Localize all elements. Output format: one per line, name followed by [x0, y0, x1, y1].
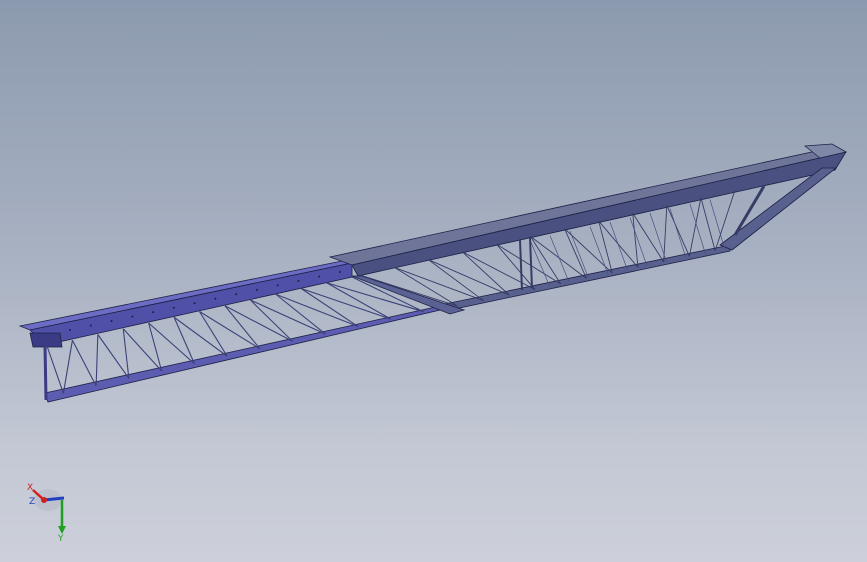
- lattice-b-diagonal: [564, 228, 587, 279]
- lattice-a-diagonal: [199, 311, 228, 357]
- graphics-viewport[interactable]: X Z Y: [0, 0, 867, 562]
- bolt-hole: [339, 271, 341, 273]
- lattice-b-diagonal: [530, 236, 587, 279]
- section-a-end-post: [43, 344, 48, 401]
- triad-z-label: Z: [29, 497, 35, 507]
- lattice-a-diagonal: [148, 322, 195, 365]
- lattice-b-diagonal: [632, 213, 639, 268]
- bolt-hole: [276, 284, 279, 287]
- lattice-b-diagonal: [359, 274, 459, 307]
- lattice-b-diagonal: [496, 243, 562, 285]
- lattice-b-diagonal: [663, 205, 668, 262]
- bolt-hole: [318, 275, 321, 278]
- lattice-b-cross: [529, 239, 550, 287]
- section-a-end-plate[interactable]: [29, 332, 63, 348]
- lattice-b-diagonal: [462, 251, 536, 290]
- bolt-hole: [152, 311, 155, 314]
- triad-y-arrow-icon: [58, 526, 66, 534]
- lattice-b-cross: [549, 235, 570, 283]
- bolt-hole: [297, 279, 300, 282]
- lattice-b-diagonal: [461, 251, 510, 296]
- bolt-hole: [235, 293, 238, 296]
- lattice-a-diagonal: [300, 287, 392, 320]
- lattice-a-diagonal: [224, 305, 261, 350]
- lattice-b-cross: [649, 212, 667, 263]
- lattice-a-diagonal: [224, 305, 293, 342]
- lattice-a-diagonal: [46, 345, 64, 394]
- triad-x-label: X: [27, 483, 33, 493]
- triad-y-label: Y: [57, 534, 64, 542]
- bolt-hole: [110, 320, 113, 323]
- bolt-hole: [131, 315, 134, 318]
- bolt-hole: [172, 306, 175, 309]
- lattice-a-diagonal: [71, 339, 97, 387]
- orientation-triad[interactable]: X Z Y: [20, 478, 80, 542]
- lattice-b-diagonal: [496, 243, 536, 290]
- lattice-b-post: [519, 239, 523, 291]
- lattice-b-diagonal: [666, 205, 690, 257]
- bolt-hole: [89, 324, 92, 327]
- bolt-hole: [255, 288, 258, 291]
- lattice-a-diagonal: [95, 334, 99, 386]
- section-b-bottom-chord[interactable]: [439, 244, 731, 312]
- bolt-hole: [193, 302, 196, 305]
- lattice-b-post: [529, 237, 533, 289]
- lattice-b-diagonal: [700, 197, 716, 251]
- lattice-a-diagonal: [62, 340, 73, 394]
- lattice-b-cross: [629, 217, 648, 267]
- truss-beam-model[interactable]: [0, 0, 867, 562]
- lattice-b-cross: [609, 221, 628, 271]
- truss-beam[interactable]: [18, 143, 848, 403]
- section-a-top-chord-side[interactable]: [29, 262, 353, 346]
- bolt-hole: [69, 329, 71, 331]
- lattice-a-diagonal: [249, 299, 294, 342]
- lattice-b-cross: [569, 230, 589, 279]
- bolt-hole: [214, 297, 217, 300]
- triad-origin: [41, 497, 47, 503]
- lattice-b-cross: [669, 208, 687, 259]
- section-a-top-chord-face[interactable]: [18, 260, 353, 331]
- section-b-top-chord-face[interactable]: [328, 147, 847, 266]
- lattice-a-diagonal: [250, 299, 326, 335]
- triad-z-axis: [43, 496, 65, 502]
- lattice-b-cross: [589, 226, 609, 275]
